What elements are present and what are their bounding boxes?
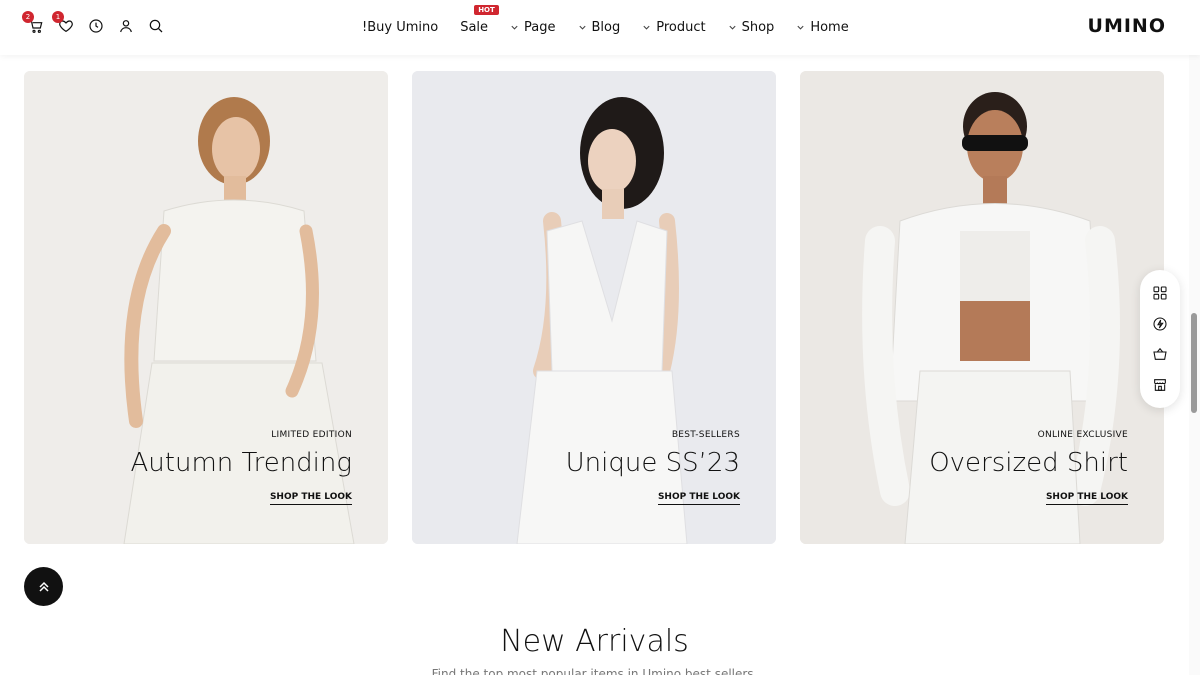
basket-icon[interactable] <box>1152 346 1168 362</box>
account-button[interactable] <box>118 17 134 35</box>
recently-viewed-button[interactable] <box>88 17 104 35</box>
nav-page[interactable]: Page <box>510 20 556 35</box>
card-subtitle: ONLINE EXCLUSIVE <box>1037 430 1128 440</box>
card-title: Oversized Shirt <box>929 448 1128 478</box>
nav-blog[interactable]: Blog <box>578 20 621 35</box>
nav-label: Blog <box>591 20 621 35</box>
store-icon[interactable] <box>1152 377 1168 393</box>
nav-buy-umino[interactable]: !Buy Umino <box>362 20 438 35</box>
user-icon <box>120 20 132 33</box>
nav-product[interactable]: Product <box>642 20 706 35</box>
hot-badge: HOT <box>474 5 499 15</box>
chevron-down-icon <box>578 25 586 30</box>
wishlist-button[interactable]: 1 <box>52 11 74 35</box>
site-header: 2 1 !Buy Umino HOT Sale Page Blog Produc… <box>0 0 1200 55</box>
card-title: Autumn Trending <box>130 448 352 478</box>
promo-card-autumn[interactable]: LIMITED EDITION Autumn Trending SHOP THE… <box>24 71 388 544</box>
nav-label: Shop <box>741 20 775 35</box>
card-caption: BEST-SELLERS Unique SS’23 SHOP THE LOOK <box>420 430 740 505</box>
grid-icon[interactable] <box>1152 285 1168 301</box>
header-icons: 2 1 <box>22 11 164 35</box>
cart-button[interactable]: 2 <box>22 11 44 35</box>
chevron-down-icon <box>797 25 804 30</box>
promo-card-ss23[interactable]: BEST-SELLERS Unique SS’23 SHOP THE LOOK <box>412 71 776 544</box>
flash-icon[interactable] <box>1152 316 1168 332</box>
main-nav: !Buy Umino HOT Sale Page Blog Product Sh… <box>362 0 871 55</box>
back-to-top-button[interactable] <box>24 567 63 606</box>
card-caption: ONLINE EXCLUSIVE Oversized Shirt SHOP TH… <box>808 430 1128 505</box>
search-icon <box>149 19 163 33</box>
shop-the-look-link[interactable]: SHOP THE LOOK <box>657 492 740 505</box>
card-subtitle: LIMITED EDITION <box>271 430 352 440</box>
nav-label: Home <box>810 20 849 35</box>
nav-home[interactable]: Home <box>796 20 849 35</box>
wishlist-count-badge: 1 <box>52 11 64 23</box>
scrollbar-thumb[interactable] <box>1191 313 1197 413</box>
promo-card-oversized[interactable]: ONLINE EXCLUSIVE Oversized Shirt SHOP TH… <box>800 71 1164 544</box>
section-title: New Arrivals <box>500 624 689 659</box>
nav-label: !Buy Umino <box>362 20 439 35</box>
nav-label: Page <box>524 20 556 35</box>
nav-sale[interactable]: HOT Sale <box>460 5 499 35</box>
nav-label: Product <box>656 20 706 35</box>
card-title: Unique SS’23 <box>565 448 740 478</box>
floating-toolbar <box>1140 270 1180 408</box>
chevron-down-icon <box>511 25 518 30</box>
card-subtitle: BEST-SELLERS <box>671 430 740 440</box>
nav-shop[interactable]: Shop <box>728 20 775 35</box>
site-logo[interactable]: UMINO <box>1088 15 1166 37</box>
cart-count-badge: 2 <box>22 11 34 23</box>
section-subtitle: Find the top most popular items in Umino… <box>431 667 758 675</box>
search-button[interactable] <box>148 17 164 35</box>
chevron-down-icon <box>643 25 650 30</box>
clock-icon <box>89 19 103 33</box>
double-chevron-up-icon <box>38 581 49 592</box>
card-caption: LIMITED EDITION Autumn Trending SHOP THE… <box>32 430 352 505</box>
shop-the-look-link[interactable]: SHOP THE LOOK <box>269 492 352 505</box>
chevron-down-icon <box>729 25 736 30</box>
shop-the-look-link[interactable]: SHOP THE LOOK <box>1045 492 1128 505</box>
nav-label: Sale <box>460 20 489 35</box>
